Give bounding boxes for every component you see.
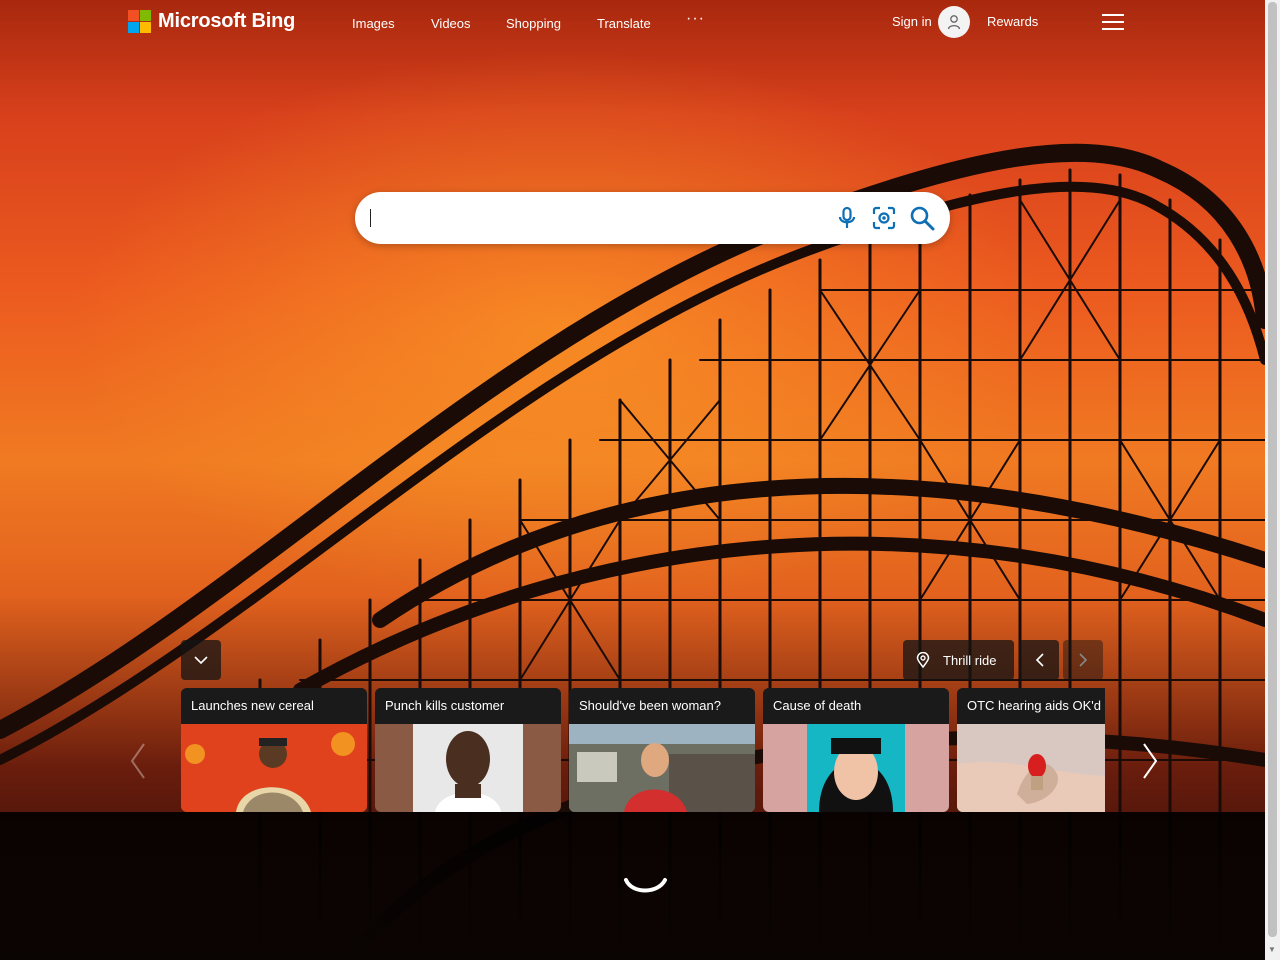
bing-logo[interactable]: Microsoft Bing	[128, 10, 295, 33]
news-card-title: Launches new cereal	[181, 688, 367, 724]
news-thumbnail	[957, 724, 1105, 812]
news-card-title: Cause of death	[763, 688, 949, 724]
menu-icon[interactable]	[1102, 14, 1124, 30]
carousel-prev-arrow-icon[interactable]	[126, 740, 150, 782]
search-box	[355, 192, 950, 244]
news-thumbnail	[375, 724, 561, 812]
chevron-right-icon	[1078, 653, 1087, 667]
nav-translate[interactable]: Translate	[597, 16, 651, 31]
nav-images[interactable]: Images	[352, 16, 395, 31]
search-icon[interactable]	[909, 205, 935, 231]
news-card-title: Should've been woman?	[569, 688, 755, 724]
chevron-left-icon	[1035, 653, 1044, 667]
chevron-down-icon	[194, 655, 208, 664]
nav-videos[interactable]: Videos	[431, 16, 471, 31]
search-input[interactable]	[371, 204, 815, 234]
collapse-feed-button[interactable]	[181, 640, 221, 680]
microsoft-logo-icon	[128, 10, 151, 33]
news-card[interactable]: OTC hearing aids OK'd	[957, 688, 1105, 812]
news-card[interactable]: Cause of death	[763, 688, 949, 812]
news-carousel: Launches new cereal Punch kills customer…	[181, 688, 1105, 812]
nav-more-button[interactable]: ···	[686, 10, 705, 28]
news-card[interactable]: Launches new cereal	[181, 688, 367, 812]
location-label: Thrill ride	[943, 653, 997, 668]
scroll-down-arrow-icon[interactable]: ▼	[1268, 945, 1276, 954]
news-card[interactable]: Punch kills customer	[375, 688, 561, 812]
news-card[interactable]: Should've been woman?	[569, 688, 755, 812]
loading-spinner-icon	[624, 878, 667, 893]
scrollbar-thumb[interactable]	[1268, 2, 1277, 937]
carousel-next-arrow-icon[interactable]	[1138, 740, 1162, 782]
avatar[interactable]	[938, 6, 970, 38]
nav-shopping[interactable]: Shopping	[506, 16, 561, 31]
news-card-title: OTC hearing aids OK'd	[957, 688, 1105, 724]
sign-in-link[interactable]: Sign in	[892, 14, 932, 29]
visual-search-icon[interactable]	[871, 205, 897, 231]
next-image-button[interactable]	[1063, 640, 1103, 680]
news-card-title: Punch kills customer	[375, 688, 561, 724]
brand-name: Microsoft Bing	[158, 10, 296, 32]
top-bar: Microsoft Bing Images Videos Shopping Tr…	[0, 0, 1265, 46]
user-icon	[947, 15, 961, 30]
rewards-link[interactable]: Rewards	[987, 14, 1038, 29]
news-thumbnail	[181, 724, 367, 812]
microphone-icon[interactable]	[834, 205, 860, 231]
news-thumbnail	[763, 724, 949, 812]
location-pin-icon	[916, 652, 930, 668]
previous-image-button[interactable]	[1019, 640, 1059, 680]
news-thumbnail	[569, 724, 755, 812]
image-location-button[interactable]: Thrill ride	[903, 640, 1014, 680]
text-caret	[370, 209, 371, 227]
